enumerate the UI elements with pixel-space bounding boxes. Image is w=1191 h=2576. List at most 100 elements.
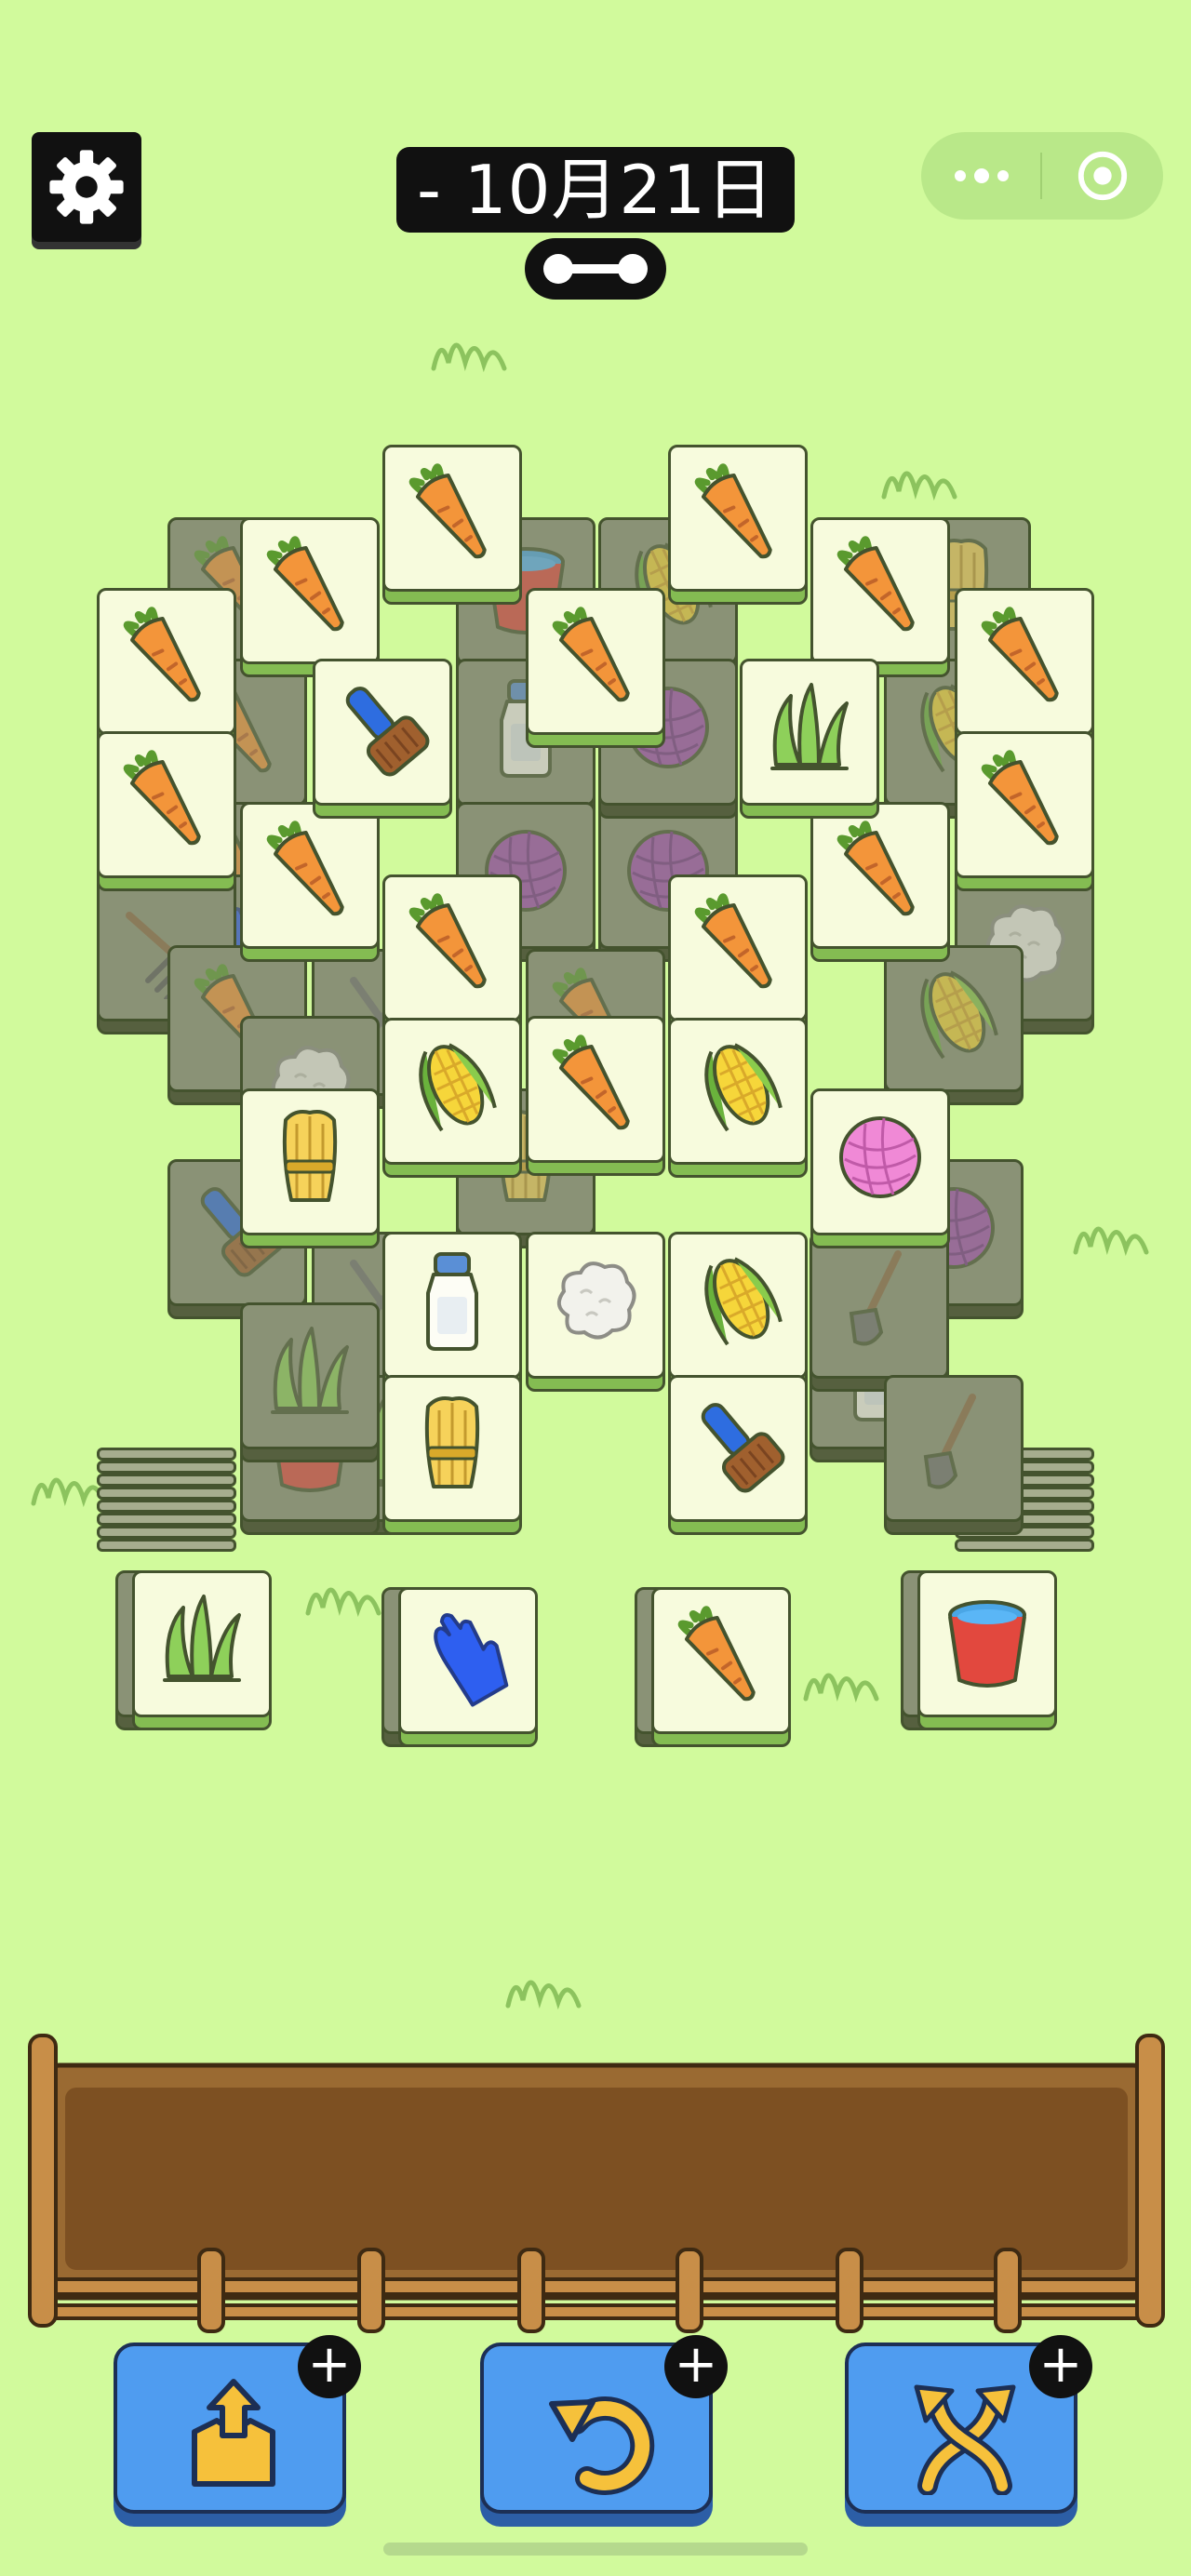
cotton-icon [556, 1261, 636, 1340]
carrot-tile[interactable] [955, 731, 1096, 891]
carrot-icon [981, 750, 1059, 846]
carrot-tile[interactable] [240, 802, 381, 962]
grass-tile[interactable] [740, 659, 881, 819]
carrot-tile[interactable] [955, 588, 1096, 748]
grass-decoration-icon [305, 1587, 381, 1617]
corn-icon [419, 1043, 497, 1132]
carrot-tile[interactable] [651, 1587, 793, 1747]
bucket-tile[interactable] [917, 1570, 1059, 1730]
carrot-tile[interactable] [526, 588, 667, 748]
miniprogram-capsule [921, 132, 1163, 220]
corn-tile[interactable] [382, 1018, 524, 1178]
carrot-tile[interactable] [668, 874, 810, 1034]
stack-layer [97, 1513, 236, 1526]
close-miniprogram-button[interactable] [1042, 132, 1163, 220]
carrot-icon [694, 893, 772, 989]
carrot-tile[interactable] [382, 874, 524, 1034]
carrot-tile[interactable] [668, 445, 810, 605]
grass-decoration-icon [431, 342, 507, 372]
brush-tile[interactable] [313, 659, 454, 819]
tile-tray [26, 2028, 1167, 2335]
grass-tile[interactable] [132, 1570, 274, 1730]
cotton-tile[interactable] [526, 1232, 667, 1392]
carrot-tile[interactable] [810, 802, 952, 962]
corn-icon [920, 970, 998, 1060]
grass-icon [770, 683, 849, 770]
corn-icon [704, 1257, 783, 1346]
glove-icon [434, 1613, 509, 1707]
stack-layer [97, 1500, 236, 1513]
stack-layer [97, 1448, 236, 1461]
glove-tile[interactable] [398, 1587, 540, 1747]
brush-tile[interactable] [668, 1375, 810, 1535]
grass-decoration-icon [803, 1673, 879, 1702]
milk-bottle-tile[interactable] [382, 1232, 524, 1392]
milk-bottle-icon [426, 1252, 478, 1351]
stack-layer [97, 1461, 236, 1474]
bucket-icon [948, 1600, 1026, 1688]
carrot-icon [123, 607, 201, 702]
corn-icon [704, 1043, 783, 1132]
carrot-icon [836, 821, 915, 916]
add-booster-button[interactable]: + [298, 2335, 361, 2398]
grass-decoration-icon [881, 471, 957, 501]
more-dots-icon [955, 168, 1009, 183]
corn-tile[interactable] [668, 1232, 810, 1392]
carrot-icon [408, 463, 487, 559]
wheat-icon [424, 1396, 480, 1488]
carrot-icon [408, 893, 487, 989]
shuffle-button[interactable]: + [845, 2335, 1092, 2527]
target-circle-icon [1077, 151, 1128, 201]
carrot-icon [266, 821, 344, 916]
grass-icon [163, 1595, 241, 1682]
grass-icon [271, 1327, 349, 1414]
more-button[interactable] [921, 132, 1042, 220]
wheat-tile[interactable] [382, 1375, 524, 1535]
add-booster-button[interactable]: + [1029, 2335, 1092, 2398]
yarn-pink-tile[interactable] [810, 1088, 952, 1248]
carrot-icon [552, 1034, 630, 1130]
shovel-tile [884, 1375, 1025, 1535]
shovel-icon [923, 1394, 976, 1489]
carrot-tile[interactable] [240, 517, 381, 677]
carrot-icon [123, 750, 201, 846]
progress-indicator [525, 238, 666, 300]
brush-icon [345, 687, 430, 777]
carrot-tile[interactable] [97, 588, 238, 748]
yarn-pink-icon [839, 1116, 921, 1198]
game-screen: - 10月21日 - [0, 0, 1191, 2576]
brush-icon [701, 1403, 785, 1493]
wheat-tile[interactable] [240, 1088, 381, 1248]
corn-tile [884, 945, 1025, 1105]
carrot-icon [981, 607, 1059, 702]
carrot-icon [694, 463, 772, 559]
undo-button[interactable]: + [480, 2335, 728, 2527]
shovel-tile [810, 1232, 951, 1392]
grass-decoration-icon [1073, 1226, 1149, 1256]
stack-layer [955, 1539, 1094, 1552]
stack-layer [97, 1487, 236, 1500]
corn-tile[interactable] [668, 1018, 810, 1178]
carrot-tile[interactable] [526, 1016, 667, 1176]
shuffle-icon [914, 2384, 1016, 2495]
carrot-tile[interactable] [810, 517, 952, 677]
wooden-fence-tray-icon [28, 2034, 1165, 2333]
grass-tile [240, 1302, 381, 1462]
move-out-icon [192, 2379, 275, 2487]
wheat-icon [282, 1110, 338, 1202]
stack-layer [97, 1539, 236, 1552]
date-label: - 10月21日 - [396, 147, 795, 314]
carrot-tile[interactable] [97, 731, 238, 891]
undo-icon [549, 2396, 655, 2495]
carrot-icon [266, 536, 344, 632]
carrot-icon [677, 1606, 756, 1702]
stack-layer [97, 1474, 236, 1487]
add-booster-button[interactable]: + [664, 2335, 728, 2398]
carrot-tile[interactable] [382, 445, 524, 605]
move-out-button[interactable]: + [114, 2335, 361, 2527]
settings-button[interactable] [32, 132, 141, 242]
gear-icon [49, 150, 124, 224]
stack-layer [97, 1526, 236, 1539]
carrot-icon [836, 536, 915, 632]
carrot-icon [552, 607, 630, 702]
